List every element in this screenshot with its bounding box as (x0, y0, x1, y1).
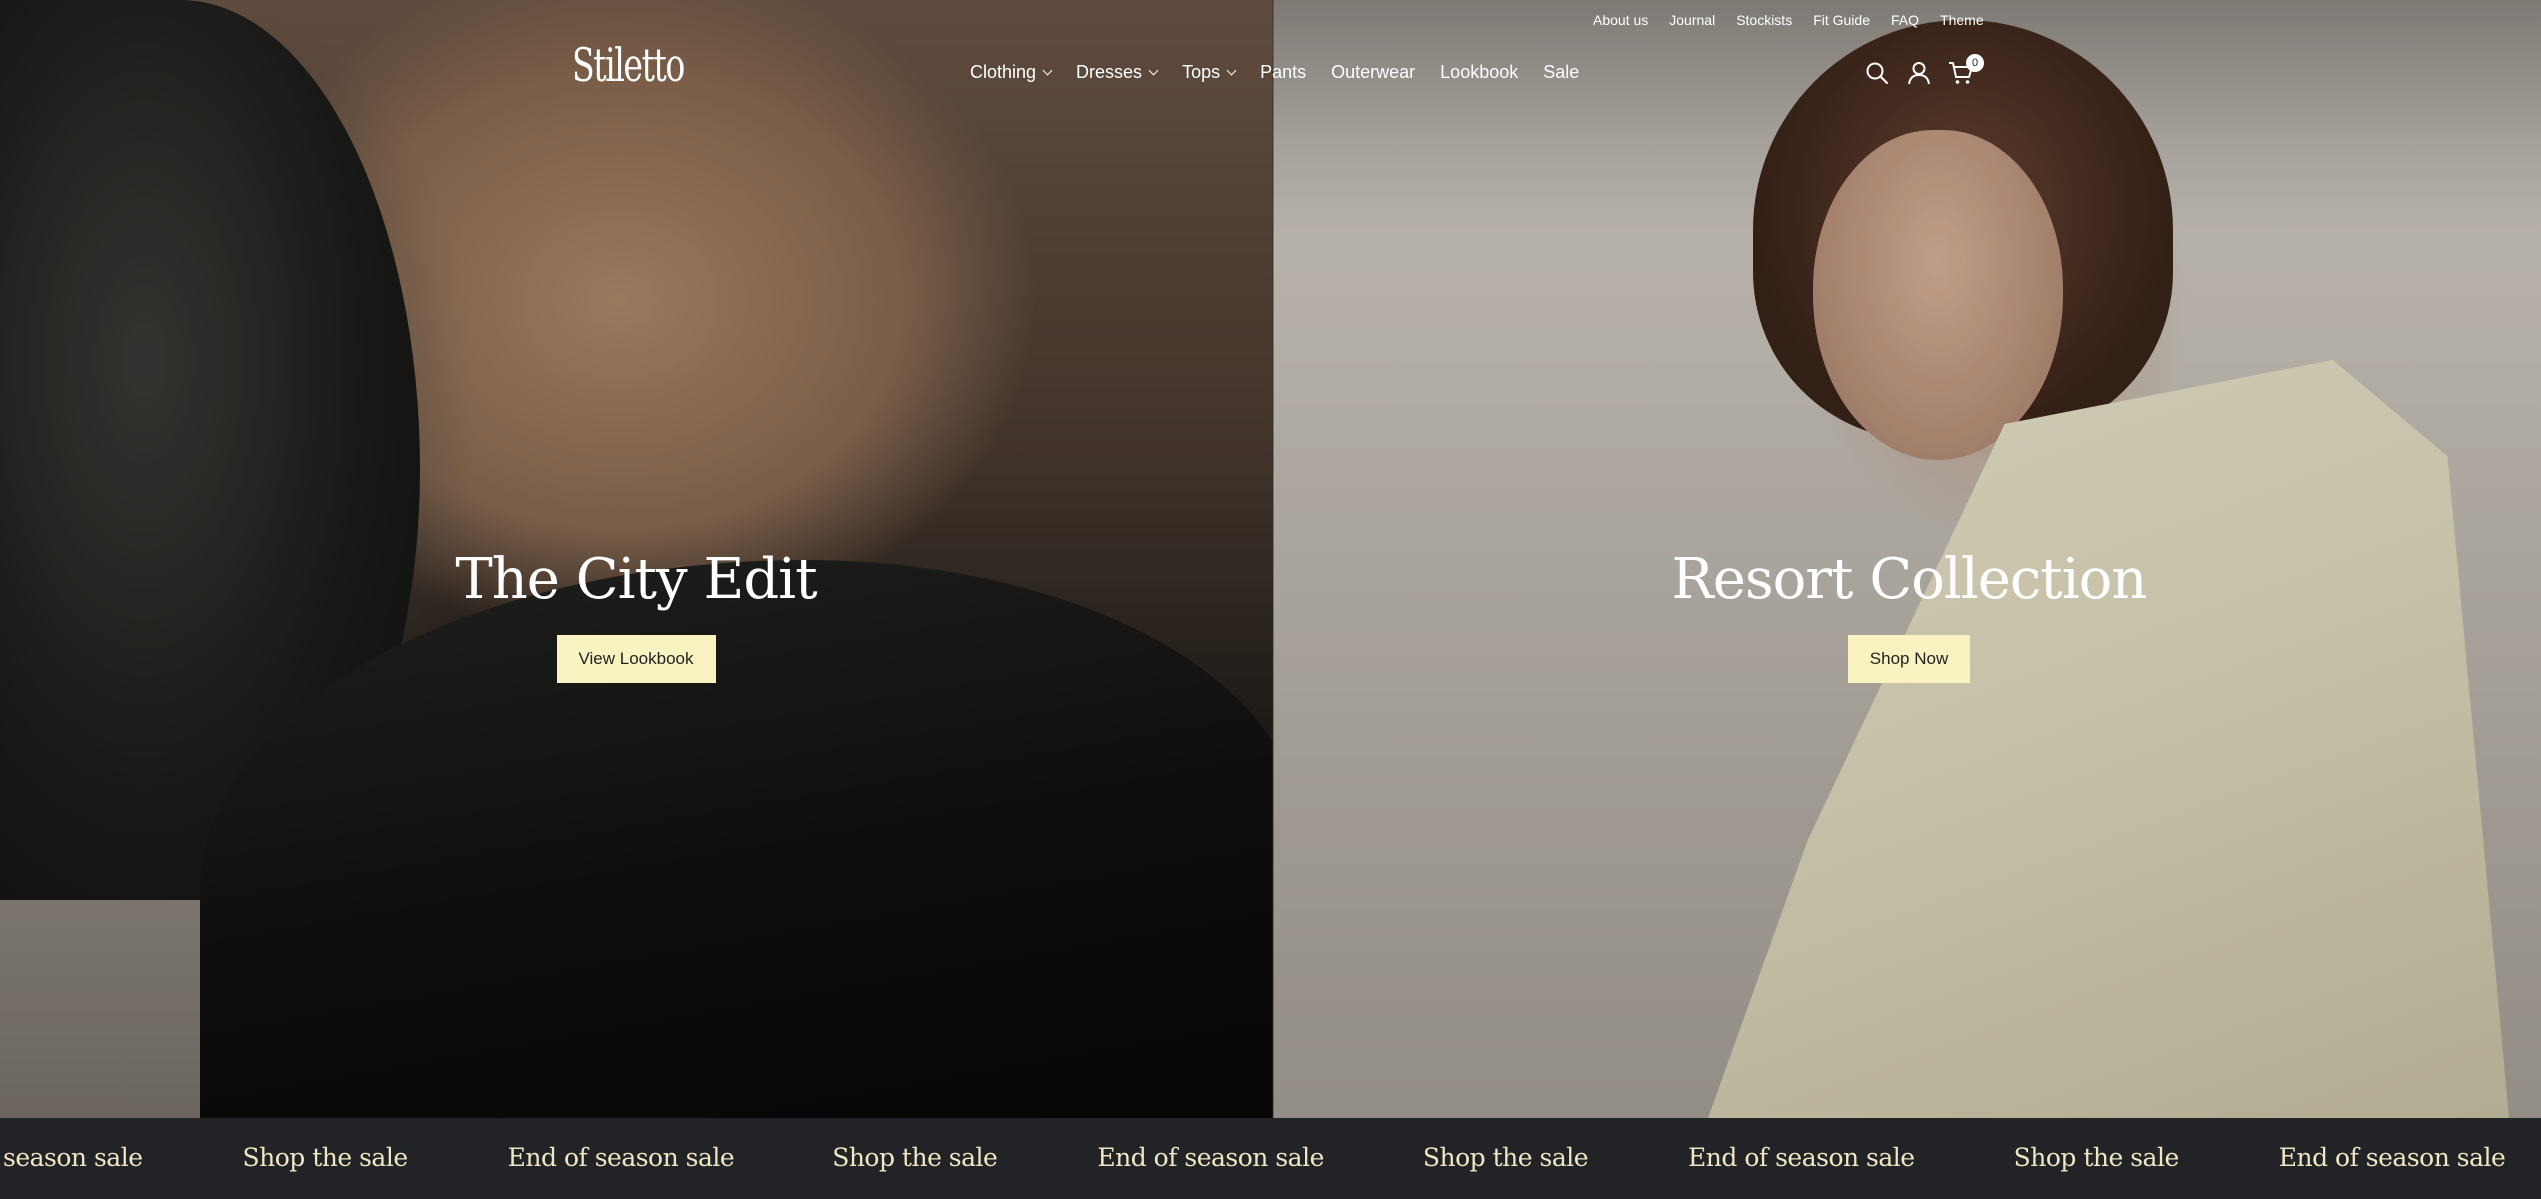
cart-count-badge: 0 (1966, 54, 1984, 72)
utility-links: About us Journal Stockists Fit Guide FAQ… (1593, 12, 2005, 28)
search-icon[interactable] (1864, 60, 1890, 86)
marquee-item: End of season sale (1688, 1143, 1915, 1172)
nav-dresses[interactable]: Dresses (1076, 62, 1159, 83)
cart-icon[interactable]: 0 (1948, 54, 1984, 86)
marquee-item: Shop the sale (2013, 1143, 2180, 1172)
marquee-item: End of season sale (1097, 1143, 1324, 1172)
header-icons: 0 (1864, 54, 1984, 86)
hero-section: The City Edit View Lookbook Resort Colle… (0, 0, 2541, 1118)
chevron-down-icon (1042, 65, 1053, 76)
hero-left-content: The City Edit View Lookbook (286, 545, 986, 683)
chevron-down-icon (1148, 65, 1159, 76)
nav-tops[interactable]: Tops (1182, 62, 1237, 83)
nav-label: Lookbook (1440, 62, 1519, 82)
link-about-us[interactable]: About us (1593, 12, 1648, 28)
sale-marquee[interactable]: season sale Shop the sale End of season sa… (0, 1118, 2541, 1199)
marquee-track: season sale Shop the sale End of season sa… (3, 1142, 2541, 1174)
nav-label: Outerwear (1331, 62, 1416, 82)
link-fit-guide[interactable]: Fit Guide (1813, 12, 1870, 28)
nav-label: Tops (1182, 62, 1221, 82)
nav-sale[interactable]: Sale (1543, 62, 1579, 83)
nav-label: Dresses (1076, 62, 1143, 82)
hero-right-content: Resort Collection Shop Now (1559, 545, 2259, 683)
nav-label: Sale (1543, 62, 1580, 82)
link-faq[interactable]: FAQ (1891, 12, 1919, 28)
marquee-item: Shop the sale (832, 1143, 998, 1172)
hero-left-title: The City Edit (455, 547, 817, 612)
main-nav: Clothing Dresses Tops Pants Outerwear Lo… (970, 62, 1604, 83)
panel-divider (1272, 0, 1274, 1118)
marquee-item: End of season sale (2278, 1143, 2506, 1172)
link-journal[interactable]: Journal (1669, 12, 1715, 28)
nav-lookbook[interactable]: Lookbook (1440, 62, 1518, 83)
marquee-item: End of season sale (507, 1143, 735, 1172)
link-stockists[interactable]: Stockists (1736, 12, 1792, 28)
marquee-item: season sale (3, 1143, 143, 1172)
marquee-item: Shop the sale (1422, 1143, 1589, 1172)
view-lookbook-button[interactable]: View Lookbook (556, 635, 716, 683)
chevron-down-icon (1226, 65, 1237, 76)
site-logo[interactable]: Stiletto (572, 42, 685, 88)
shop-now-button[interactable]: Shop Now (1847, 635, 1971, 683)
nav-pants[interactable]: Pants (1260, 62, 1306, 83)
hero-right-title: Resort Collection (1671, 547, 2148, 612)
marquee-item: Shop the sale (242, 1143, 408, 1172)
link-theme[interactable]: Theme (1940, 12, 1984, 28)
account-icon[interactable] (1906, 60, 1932, 86)
nav-clothing[interactable]: Clothing (970, 62, 1053, 83)
site-header: About us Journal Stockists Fit Guide FAQ… (0, 0, 2541, 110)
nav-label: Clothing (970, 62, 1037, 82)
nav-outerwear[interactable]: Outerwear (1331, 62, 1415, 83)
nav-label: Pants (1260, 62, 1307, 82)
